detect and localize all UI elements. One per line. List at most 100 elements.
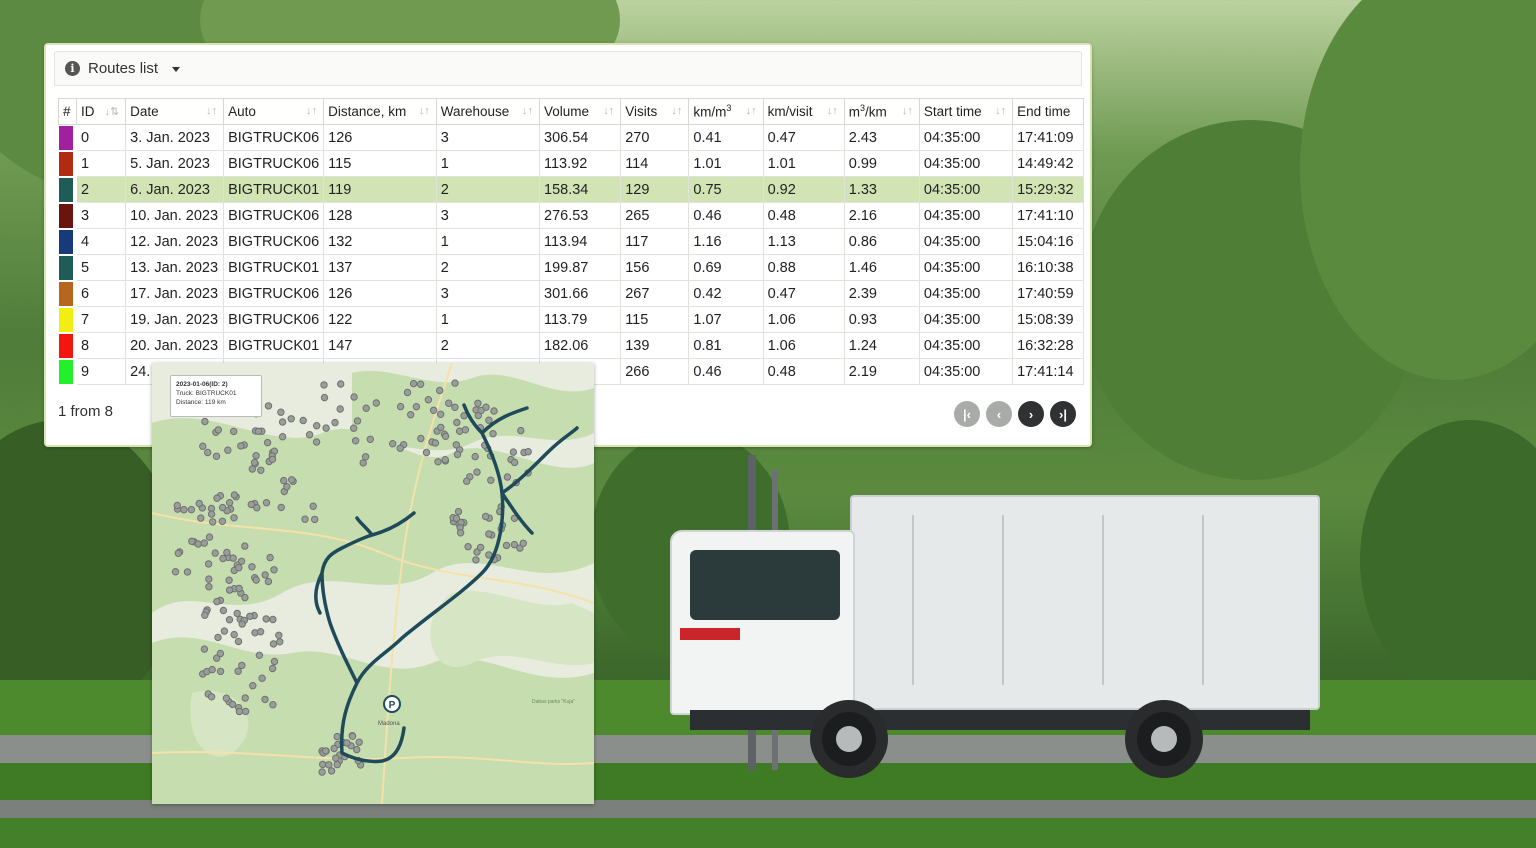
- visit-point[interactable]: [434, 458, 442, 466]
- visit-point[interactable]: [503, 473, 512, 481]
- col-header-km-visit[interactable]: km/visit ↓↑: [762, 98, 845, 125]
- visit-point[interactable]: [261, 571, 269, 579]
- visit-point[interactable]: [351, 437, 360, 445]
- visit-point[interactable]: [437, 423, 445, 432]
- visit-point[interactable]: [261, 695, 269, 704]
- col-header-date[interactable]: Date ↓↑: [125, 98, 225, 125]
- visit-point[interactable]: [214, 633, 222, 642]
- visit-point[interactable]: [372, 399, 381, 407]
- next-page-icon[interactable]: ›: [1018, 401, 1044, 427]
- table-row[interactable]: 5 13. Jan. 2023 BIGTRUCK01 137 2 199.87 156 0.6…: [58, 254, 1084, 281]
- visit-point[interactable]: [477, 406, 485, 415]
- visit-point[interactable]: [225, 616, 234, 624]
- visit-point[interactable]: [205, 575, 213, 583]
- visit-point[interactable]: [241, 542, 249, 550]
- visit-point[interactable]: [187, 505, 196, 514]
- visit-point[interactable]: [255, 651, 264, 659]
- visit-point[interactable]: [277, 408, 285, 416]
- visit-point[interactable]: [264, 402, 273, 410]
- visit-point[interactable]: [235, 707, 244, 716]
- visit-point[interactable]: [318, 768, 326, 776]
- visit-point[interactable]: [252, 452, 260, 460]
- visit-point[interactable]: [417, 434, 425, 443]
- visit-point[interactable]: [249, 682, 257, 690]
- visit-point[interactable]: [205, 583, 213, 591]
- visit-point[interactable]: [517, 426, 525, 435]
- visit-point[interactable]: [407, 411, 415, 419]
- visit-point[interactable]: [171, 568, 180, 576]
- visit-point[interactable]: [183, 568, 192, 576]
- visit-point[interactable]: [409, 379, 418, 388]
- visit-point[interactable]: [197, 514, 205, 522]
- chevron-down-icon[interactable]: [172, 67, 181, 72]
- visit-point[interactable]: [441, 456, 449, 464]
- visit-point[interactable]: [200, 645, 209, 653]
- visit-point[interactable]: [333, 732, 341, 741]
- visit-point[interactable]: [204, 448, 212, 457]
- visit-point[interactable]: [353, 745, 361, 754]
- visit-point[interactable]: [195, 499, 203, 508]
- col-header-start-time[interactable]: Start time ↓↑: [918, 98, 1014, 125]
- visit-point[interactable]: [343, 739, 351, 747]
- visit-point[interactable]: [241, 707, 250, 716]
- visit-point[interactable]: [275, 631, 283, 639]
- table-row[interactable]: 8 20. Jan. 2023 BIGTRUCK01 147 2 182.06 139 0.8…: [58, 332, 1084, 359]
- visit-point[interactable]: [276, 638, 284, 646]
- visit-point[interactable]: [463, 477, 471, 485]
- visit-point[interactable]: [254, 427, 263, 436]
- visit-point[interactable]: [213, 494, 221, 502]
- col-header-m3-km[interactable]: m3/km ↓↑: [843, 98, 920, 125]
- visit-point[interactable]: [269, 615, 277, 624]
- visit-point[interactable]: [490, 407, 498, 415]
- visit-point[interactable]: [269, 701, 277, 709]
- last-page-icon[interactable]: ›|: [1050, 401, 1076, 427]
- visit-point[interactable]: [256, 628, 265, 636]
- visit-point[interactable]: [280, 476, 288, 485]
- visit-point[interactable]: [509, 448, 518, 456]
- visit-point[interactable]: [429, 406, 438, 414]
- visit-point[interactable]: [464, 543, 472, 551]
- visit-point[interactable]: [252, 576, 260, 584]
- visit-point[interactable]: [219, 606, 228, 615]
- visit-point[interactable]: [212, 452, 221, 461]
- visit-point[interactable]: [201, 417, 209, 426]
- col-header-auto[interactable]: Auto ↓↑: [223, 98, 325, 125]
- visit-point[interactable]: [350, 393, 358, 401]
- visit-point[interactable]: [456, 529, 465, 537]
- visit-point[interactable]: [174, 549, 182, 558]
- visit-point[interactable]: [389, 440, 397, 448]
- visit-point[interactable]: [173, 501, 181, 510]
- visit-point[interactable]: [263, 438, 272, 447]
- visit-point[interactable]: [230, 630, 238, 639]
- visit-point[interactable]: [278, 433, 287, 441]
- table-row[interactable]: 7 19. Jan. 2023 BIGTRUCK06 122 1 113.79 115 1.0…: [58, 306, 1084, 333]
- visit-point[interactable]: [348, 732, 357, 740]
- visit-point[interactable]: [331, 418, 339, 427]
- visit-point[interactable]: [353, 417, 362, 425]
- visit-point[interactable]: [361, 453, 370, 461]
- visit-point[interactable]: [305, 431, 314, 439]
- visit-point[interactable]: [412, 403, 421, 411]
- visit-point[interactable]: [213, 597, 221, 606]
- col-header-id[interactable]: ID ↓⇅: [75, 98, 127, 125]
- table-row[interactable]: 4 12. Jan. 2023 BIGTRUCK06 132 1 113.94 117 1.1…: [58, 228, 1084, 255]
- visit-point[interactable]: [230, 491, 239, 499]
- table-row[interactable]: 2 6. Jan. 2023 BIGTRUCK01 119 2 158.34 129 0.75…: [58, 176, 1084, 203]
- visit-point[interactable]: [441, 432, 450, 441]
- visit-point[interactable]: [461, 426, 470, 434]
- visit-point[interactable]: [262, 615, 270, 623]
- visit-point[interactable]: [485, 416, 493, 424]
- visit-point[interactable]: [422, 448, 431, 457]
- visit-point[interactable]: [218, 517, 227, 526]
- visit-point[interactable]: [269, 640, 278, 648]
- visit-point[interactable]: [225, 586, 234, 594]
- visit-point[interactable]: [431, 439, 440, 447]
- visit-point[interactable]: [359, 459, 367, 467]
- visit-point[interactable]: [424, 396, 433, 404]
- prev-page-icon[interactable]: ‹: [986, 401, 1012, 427]
- visit-point[interactable]: [472, 556, 480, 564]
- visit-point[interactable]: [366, 435, 375, 444]
- first-page-icon[interactable]: |‹: [954, 401, 980, 427]
- visit-point[interactable]: [453, 450, 462, 459]
- visit-point[interactable]: [208, 665, 216, 674]
